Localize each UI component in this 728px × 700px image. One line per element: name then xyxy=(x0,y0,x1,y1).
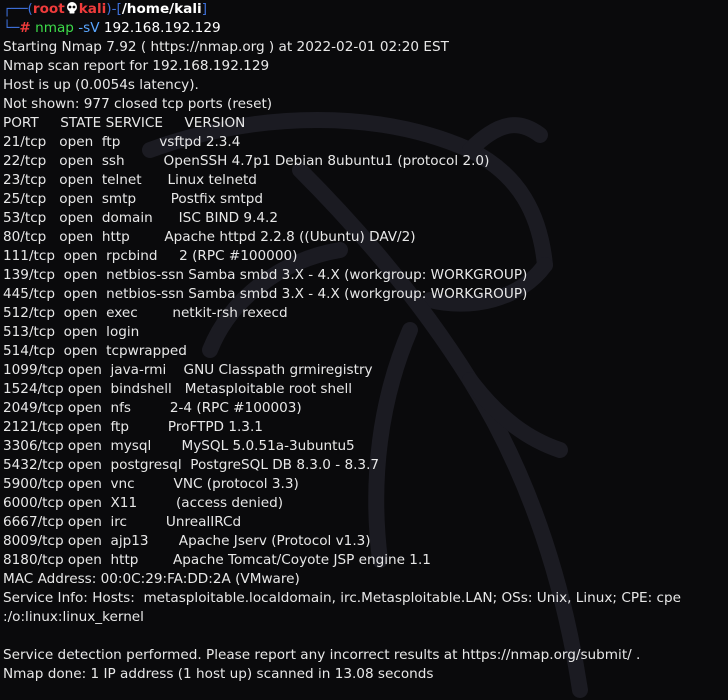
output-line: Host is up (0.0054s latency). xyxy=(3,77,199,93)
output-line: 513/tcp open login xyxy=(3,324,140,340)
output-line: PORT STATE SERVICE VERSION xyxy=(3,115,246,131)
output-line: 139/tcp open netbios-ssn Samba smbd 3.X … xyxy=(3,267,528,283)
output-line: Nmap scan report for 192.168.192.129 xyxy=(3,58,270,74)
output-line: Service Info: Hosts: metasploitable.loca… xyxy=(3,590,681,606)
output-line: 1099/tcp open java-rmi GNU Classpath grm… xyxy=(3,362,373,378)
terminal-output: ┌──(root kali)-[/home/kali] └─# nmap -sV … xyxy=(3,0,725,684)
output-line: 8009/tcp open ajp13 Apache Jserv (Protoc… xyxy=(3,533,371,549)
output-line: 21/tcp open ftp vsftpd 2.3.4 xyxy=(3,134,241,150)
output-line: 6667/tcp open irc UnrealIRCd xyxy=(3,514,242,530)
output-line: 512/tcp open exec netkit-rsh rexecd xyxy=(3,305,288,321)
output-line: 514/tcp open tcpwrapped xyxy=(3,343,187,359)
prompt-host: kali xyxy=(78,1,107,17)
nmap-output: Starting Nmap 7.92 ( https://nmap.org ) … xyxy=(3,38,725,684)
output-line: 5432/tcp open postgresql PostgreSQL DB 8… xyxy=(3,457,380,473)
command-target: 192.168.192.129 xyxy=(103,20,221,36)
output-line: 80/tcp open http Apache httpd 2.2.8 ((Ub… xyxy=(3,229,416,245)
output-line: 111/tcp open rpcbind 2 (RPC #100000) xyxy=(3,248,298,264)
output-line: MAC Address: 00:0C:29:FA:DD:2A (VMware) xyxy=(3,571,300,587)
output-line: 6000/tcp open X11 (access denied) xyxy=(3,495,284,511)
output-line: 1524/tcp open bindshell Metasploitable r… xyxy=(3,381,352,397)
output-line: :/o:linux:linux_kernel xyxy=(3,609,144,625)
skull-icon xyxy=(66,2,77,14)
output-line: 3306/tcp open mysql MySQL 5.0.51a-3ubunt… xyxy=(3,438,355,454)
output-line: 23/tcp open telnet Linux telnetd xyxy=(3,172,257,188)
output-line: 22/tcp open ssh OpenSSH 4.7p1 Debian 8ub… xyxy=(3,153,490,169)
output-line: 25/tcp open smtp Postfix smtpd xyxy=(3,191,263,207)
output-line: Nmap done: 1 IP address (1 host up) scan… xyxy=(3,666,434,682)
output-line: 2049/tcp open nfs 2-4 (RPC #100003) xyxy=(3,400,302,416)
prompt-header: ┌──(root kali)-[/home/kali] xyxy=(3,1,207,17)
command-flag: -sV xyxy=(78,20,100,36)
output-line: Starting Nmap 7.92 ( https://nmap.org ) … xyxy=(3,39,449,55)
prompt-user: root xyxy=(32,1,65,17)
output-line: Service detection performed. Please repo… xyxy=(3,647,641,663)
output-line: 2121/tcp open ftp ProFTPD 1.3.1 xyxy=(3,419,263,435)
output-line: Not shown: 977 closed tcp ports (reset) xyxy=(3,96,273,112)
output-line: 53/tcp open domain ISC BIND 9.4.2 xyxy=(3,210,279,226)
output-line: 5900/tcp open vnc VNC (protocol 3.3) xyxy=(3,476,299,492)
terminal-window[interactable]: ┌──(root kali)-[/home/kali] └─# nmap -sV … xyxy=(0,0,728,700)
prompt-path: /home/kali xyxy=(121,1,202,17)
prompt-command-line: └─# nmap -sV 192.168.192.129 xyxy=(3,20,221,36)
command-name: nmap xyxy=(35,20,74,36)
output-line: 445/tcp open netbios-ssn Samba smbd 3.X … xyxy=(3,286,528,302)
output-line: 8180/tcp open http Apache Tomcat/Coyote … xyxy=(3,552,431,568)
